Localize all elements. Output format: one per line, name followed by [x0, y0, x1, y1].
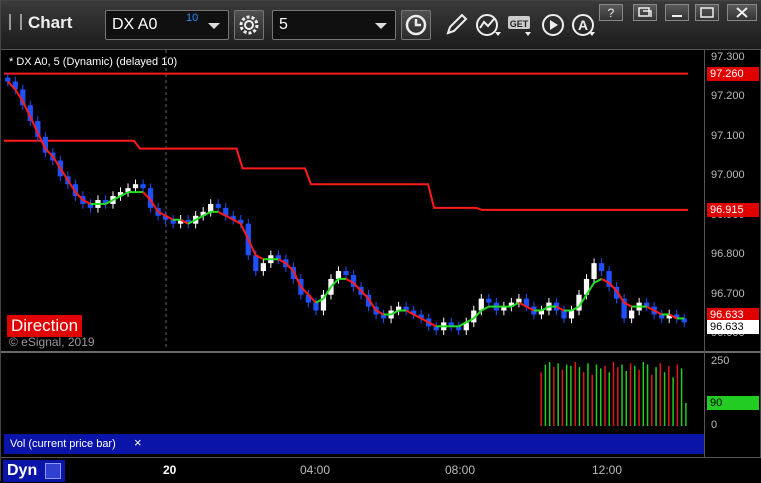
dyn-label: Dyn: [7, 462, 38, 479]
time-button[interactable]: [401, 10, 431, 40]
symbol-value: DX A0: [112, 16, 158, 33]
candle-body: [561, 310, 567, 319]
grip-icon[interactable]: [9, 14, 22, 30]
chart-window: Chart DX A0 10 5 GET A ? * DX A0, 5 (Dyn…: [0, 0, 761, 483]
candle-body: [591, 263, 597, 279]
time-axis[interactable]: Dyn 20 04:00 08:00 12:00: [1, 457, 761, 483]
play-icon[interactable]: [541, 13, 567, 37]
time-tick-label: 12:00: [592, 463, 623, 477]
upper-line-price-label: 97.260: [707, 66, 759, 81]
volume-axis[interactable]: 250 0 90: [705, 354, 761, 434]
level-lines: [4, 72, 688, 211]
symbol-combo[interactable]: DX A0 10: [105, 10, 229, 40]
candle-body: [486, 298, 492, 303]
clock-icon: [405, 14, 427, 36]
svg-text:GET: GET: [510, 19, 529, 29]
volume-tick-label: 0: [711, 419, 718, 431]
volume-study-label[interactable]: Vol (current price bar): [10, 438, 116, 450]
symbol-superscript: 10: [186, 12, 199, 24]
close-icon[interactable]: ×: [134, 435, 142, 450]
y-tick-label: 97.200: [711, 90, 745, 103]
time-tick-label: 04:00: [300, 463, 331, 477]
alert-icon[interactable]: A: [571, 13, 597, 37]
pencil-icon[interactable]: [443, 13, 469, 37]
candle-body: [628, 310, 635, 319]
y-tick-label: 97.000: [711, 169, 745, 182]
help-button[interactable]: ?: [599, 4, 623, 21]
ma-segment: [593, 278, 603, 284]
maximize-icon: [700, 7, 714, 18]
link-icon: [638, 7, 652, 17]
chevron-down-icon: [208, 23, 220, 29]
candle-body: [260, 263, 266, 272]
pane-separator[interactable]: [1, 351, 761, 353]
help-icon: ?: [608, 6, 615, 20]
close-icon: [736, 7, 748, 18]
candle-body: [253, 255, 259, 272]
copyright: © eSignal, 2019: [9, 335, 95, 349]
minimize-button[interactable]: [665, 4, 689, 21]
close-button[interactable]: [727, 4, 757, 21]
candle-body: [335, 271, 342, 279]
mid-line-price-label: 96.915: [707, 202, 759, 217]
y-tick-label: 97.300: [711, 50, 745, 63]
maximize-button[interactable]: [695, 4, 719, 21]
price-chart[interactable]: [4, 50, 704, 350]
direction-label[interactable]: Direction: [7, 315, 83, 337]
mid-level-line: [4, 139, 688, 211]
y-tick-label: 97.100: [711, 129, 745, 142]
y-tick-label: 96.800: [711, 248, 745, 261]
price-axis[interactable]: 97.30097.20097.10097.00096.90096.80096.7…: [705, 50, 761, 350]
candle-body: [598, 263, 605, 272]
minimize-icon: [672, 15, 682, 17]
moving-average: [7, 80, 685, 328]
candle-body: [568, 310, 575, 319]
candle-body: [313, 302, 319, 311]
y-tick-label: 96.700: [711, 287, 745, 300]
candle-body: [5, 77, 11, 82]
current-price-label: 96.633: [707, 320, 759, 335]
chevron-down-icon: [375, 23, 387, 29]
volume-chart[interactable]: [4, 354, 704, 434]
interval-combo[interactable]: 5: [272, 10, 396, 40]
current-volume-label: 90: [707, 395, 759, 410]
volume-tick-label: 250: [711, 355, 730, 367]
candle-body: [215, 203, 221, 208]
interval-value: 5: [279, 16, 288, 33]
svg-text:?: ?: [608, 6, 615, 20]
candle-body: [208, 203, 214, 212]
window-title[interactable]: Chart: [9, 13, 72, 33]
link-button[interactable]: [633, 4, 657, 21]
dyn-button[interactable]: Dyn: [3, 460, 65, 482]
volume-bars: [540, 362, 687, 426]
title-bar: Chart DX A0 10 5 GET A ?: [1, 1, 761, 50]
candle-body: [140, 184, 146, 189]
window-title-label: Chart: [28, 13, 73, 32]
axis-divider: [704, 50, 705, 457]
lock-icon[interactable]: [45, 463, 61, 479]
candle-body: [516, 298, 522, 303]
study-name: * DX A0, 5 (Dynamic) (delayed 10): [9, 56, 178, 68]
candle-body: [132, 184, 139, 189]
gear-icon: [239, 15, 259, 35]
time-tick-label: 08:00: [445, 463, 476, 477]
volume-pane-bar: Vol (current price bar) ×: [4, 434, 704, 454]
candle-body: [343, 271, 349, 275]
svg-text:A: A: [578, 17, 588, 33]
time-tick-label: 20: [163, 463, 177, 477]
studies-icon[interactable]: [475, 13, 501, 37]
settings-button[interactable]: [234, 10, 264, 40]
get-data-icon[interactable]: GET: [507, 13, 533, 37]
